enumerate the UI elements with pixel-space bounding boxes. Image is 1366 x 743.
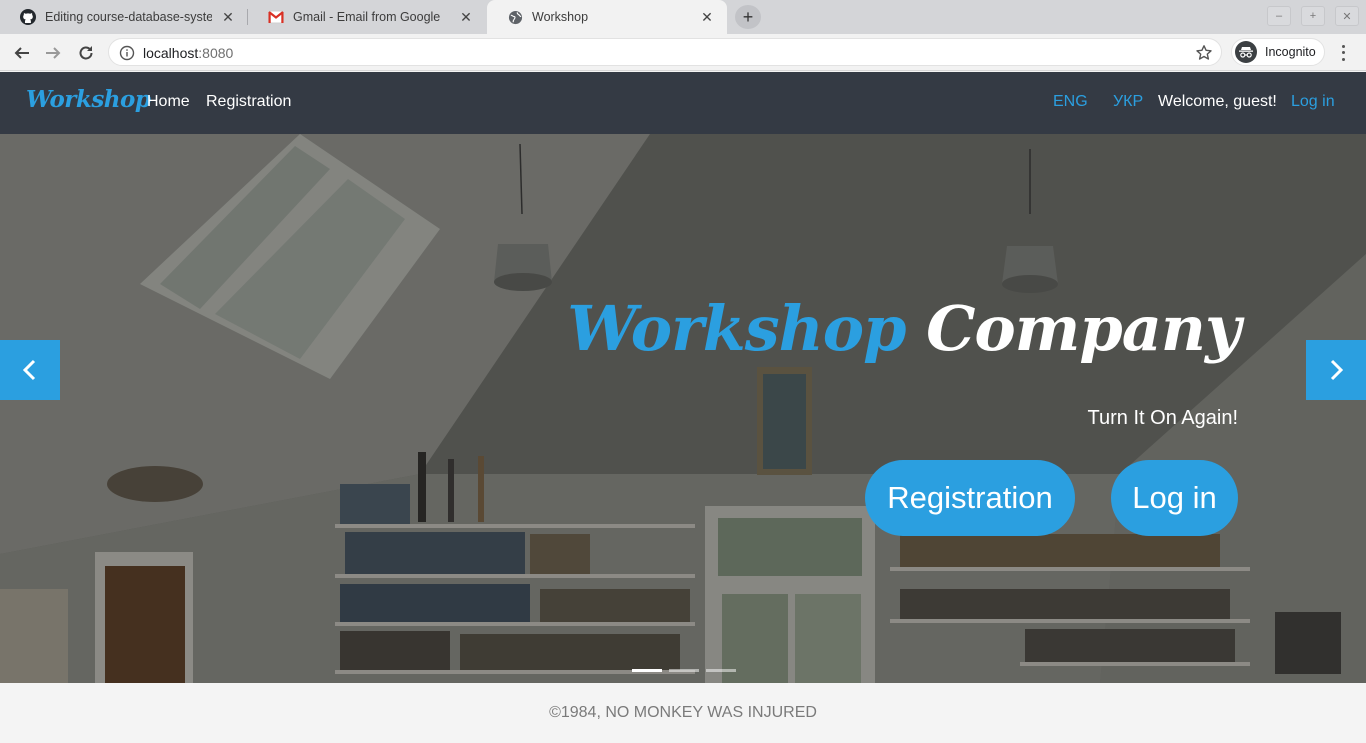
nav-login-link[interactable]: Log in	[1291, 93, 1335, 111]
chevron-left-icon	[22, 359, 36, 381]
tab-title: Editing course-database-system	[45, 10, 212, 24]
carousel-indicators	[632, 669, 736, 672]
tab-gmail[interactable]: Gmail - Email from Google ✕	[248, 0, 486, 34]
hero-registration-button[interactable]: Registration	[865, 460, 1075, 536]
tab-workshop[interactable]: Workshop ✕	[487, 0, 727, 34]
tab-title: Gmail - Email from Google	[293, 10, 441, 24]
carousel-indicator[interactable]	[706, 669, 736, 672]
hero-title: Workshop Company	[567, 292, 1241, 365]
site-navbar: Workshop Home Registration ENG УКР Welco…	[0, 72, 1366, 134]
tab-title: Workshop	[532, 10, 589, 24]
maximize-window-button[interactable]: +	[1301, 6, 1325, 26]
chevron-right-icon	[1330, 359, 1344, 381]
lang-ukr-link[interactable]: УКР	[1113, 93, 1143, 111]
browser-menu-icon[interactable]	[1336, 43, 1350, 63]
reload-button[interactable]	[73, 40, 99, 66]
brand-logo[interactable]: Workshop	[26, 86, 151, 113]
browser-tab-strip: Editing course-database-system ✕ Gmail -…	[0, 0, 1366, 34]
browser-toolbar: localhost:8080 Incognito	[0, 34, 1366, 71]
carousel-indicator[interactable]	[669, 669, 699, 672]
minimize-window-button[interactable]: –	[1267, 6, 1291, 26]
forward-button[interactable]	[40, 40, 66, 66]
url-text: localhost:8080	[143, 45, 233, 61]
tab-github[interactable]: Editing course-database-system ✕	[0, 0, 248, 34]
carousel-prev-button[interactable]	[0, 340, 60, 400]
hero-tagline: Turn It On Again!	[1087, 407, 1238, 429]
carousel-indicator[interactable]	[632, 669, 662, 672]
incognito-label: Incognito	[1265, 45, 1316, 59]
incognito-badge[interactable]: Incognito	[1231, 38, 1325, 66]
carousel-next-button[interactable]	[1306, 340, 1366, 400]
nav-home-link[interactable]: Home	[147, 93, 190, 111]
nav-registration-link[interactable]: Registration	[206, 93, 291, 111]
hero-title-company: Company	[926, 292, 1241, 365]
address-bar[interactable]: localhost:8080	[108, 38, 1222, 66]
hero-login-button[interactable]: Log in	[1111, 460, 1238, 536]
lang-eng-link[interactable]: ENG	[1053, 93, 1088, 111]
url-port: :8080	[198, 45, 234, 61]
info-icon[interactable]	[119, 45, 135, 61]
hero-title-workshop: Workshop	[567, 292, 906, 365]
bookmark-star-icon[interactable]	[1195, 44, 1213, 62]
close-icon[interactable]: ✕	[699, 9, 715, 25]
hero-carousel: Workshop Company Turn It On Again! Regis…	[0, 134, 1366, 683]
close-window-button[interactable]: ✕	[1335, 6, 1359, 26]
back-button[interactable]	[9, 40, 35, 66]
arrow-right-icon	[46, 47, 61, 59]
arrow-left-icon	[14, 47, 29, 59]
url-host: localhost	[143, 45, 199, 61]
new-tab-button[interactable]: +	[735, 5, 761, 29]
close-icon[interactable]: ✕	[220, 9, 236, 25]
gmail-icon	[268, 9, 284, 25]
welcome-text: Welcome, guest!	[1158, 93, 1277, 110]
reload-icon	[79, 46, 93, 60]
footer-text: ©1984, NO MONKEY WAS INJURED	[549, 704, 817, 721]
incognito-icon	[1235, 41, 1257, 63]
globe-icon	[507, 9, 523, 25]
github-icon	[20, 9, 36, 25]
close-icon[interactable]: ✕	[458, 9, 474, 25]
site-footer: ©1984, NO MONKEY WAS INJURED	[0, 683, 1366, 743]
